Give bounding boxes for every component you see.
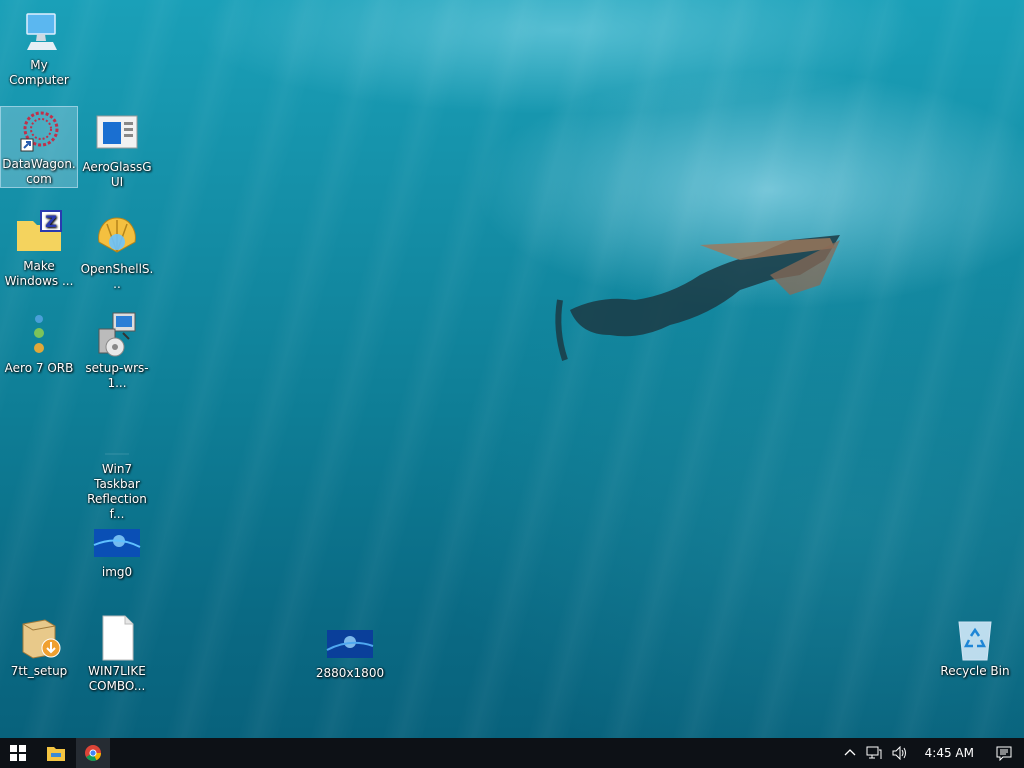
datawagon-shortcut-icon	[15, 107, 63, 155]
windows-start-icon	[10, 745, 26, 761]
desktop-icon-win7like-combo[interactable]: WIN7LIKE COMBO...	[79, 614, 155, 694]
network-button[interactable]	[861, 738, 887, 768]
icon-label: DataWagon.com	[2, 157, 76, 186]
icon-label: Win7 Taskbar Reflection f...	[87, 462, 147, 521]
desktop-icon-setup-wrs[interactable]: setup-wrs-1...	[79, 311, 155, 391]
computer-icon	[15, 8, 63, 56]
icon-label: My Computer	[9, 58, 69, 87]
taskbar: 4:45 AM	[0, 738, 1024, 768]
icon-label: AeroGlassGUI	[82, 160, 152, 189]
icon-label: Make Windows ...	[4, 259, 74, 288]
icon-label: WIN7LIKE COMBO...	[88, 664, 146, 693]
aeroglass-window-icon	[93, 110, 141, 158]
desktop-icon-7tt-setup[interactable]: 7tt_setup	[1, 614, 77, 679]
icon-label: img0	[101, 565, 133, 579]
clock-time: 4:45 AM	[924, 746, 974, 760]
image-thumbnail-icon	[93, 515, 141, 563]
network-icon	[866, 746, 882, 759]
taskbar-chrome-button[interactable]	[76, 738, 110, 768]
desktop-icon-aero-7-orb[interactable]: Aero 7 ORB	[1, 311, 77, 376]
zip-folder-icon: Z	[15, 209, 63, 257]
document-icon	[93, 614, 141, 662]
volume-icon	[892, 746, 906, 760]
desktop-icon-aeroglassgui[interactable]: AeroGlassGUI	[79, 110, 155, 190]
clock[interactable]: 4:45 AM	[913, 738, 986, 768]
setup-installer-icon	[93, 311, 141, 359]
start-button[interactable]	[0, 738, 36, 768]
installer-box-icon	[15, 614, 63, 662]
chevron-up-icon	[844, 749, 856, 756]
taskbar-file-explorer-button[interactable]	[36, 738, 76, 768]
image-thumbnail-icon	[326, 616, 374, 664]
shell-icon	[93, 212, 141, 260]
icon-label: 7tt_setup	[10, 664, 68, 678]
recycle-bin-icon	[951, 614, 999, 662]
desktop-icon-2880x1800[interactable]: 2880x1800	[312, 616, 388, 681]
icon-label: setup-wrs-1...	[85, 361, 149, 390]
orb-icon	[15, 311, 63, 359]
system-tray: 4:45 AM	[839, 738, 1024, 768]
icon-label: OpenShellS...	[80, 262, 154, 291]
svg-text:Z: Z	[45, 212, 57, 231]
desktop-icon-datawagon[interactable]: DataWagon.com	[0, 106, 78, 188]
blank-file-icon	[93, 412, 141, 460]
desktop-icon-win7-taskbar-reflection[interactable]: Win7 Taskbar Reflection f...	[79, 412, 155, 522]
show-hidden-icons-button[interactable]	[839, 738, 861, 768]
volume-button[interactable]	[887, 738, 913, 768]
wallpaper-diver	[555, 235, 840, 361]
desktop-icon-recycle-bin[interactable]: Recycle Bin	[937, 614, 1013, 679]
icon-label: 2880x1800	[315, 666, 385, 680]
desktop-icon-my-computer[interactable]: My Computer	[1, 8, 77, 88]
file-explorer-icon	[47, 747, 65, 761]
desktop-icon-img0[interactable]: img0	[79, 515, 155, 580]
icon-label: Aero 7 ORB	[4, 361, 74, 375]
desktop-icon-openshell[interactable]: OpenShellS...	[79, 212, 155, 292]
desktop-icon-make-windows[interactable]: Z Make Windows ...	[1, 209, 77, 289]
action-center-button[interactable]	[986, 738, 1024, 768]
chrome-icon	[85, 745, 101, 761]
notification-icon	[996, 746, 1012, 761]
icon-label: Recycle Bin	[940, 664, 1010, 678]
